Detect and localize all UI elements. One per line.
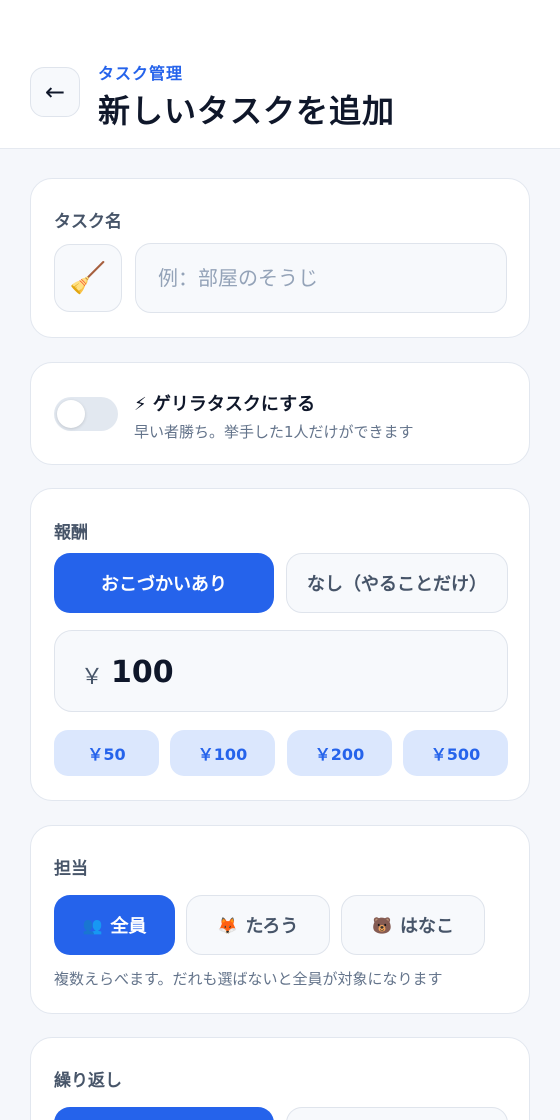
- guerrilla-card: ⚡ ゲリラタスクにする 早い者勝ち。挙手した1人だけができます: [30, 362, 530, 465]
- task-name-label: タスク名: [54, 212, 122, 232]
- assignee-option-label: はなこ: [399, 916, 454, 937]
- amount-input[interactable]: ￥ 100: [54, 630, 508, 712]
- assignee-option-label: たろう: [245, 916, 299, 937]
- assignee-option-label: 全員: [110, 916, 147, 937]
- bear-icon: 🐻: [372, 915, 392, 935]
- preset-chip-200[interactable]: ￥200: [287, 730, 392, 776]
- assignee-hint: 複数えらべます。だれも選ばないと全員が対象になります: [54, 970, 443, 988]
- task-name-input[interactable]: 例：部屋のそうじ: [135, 243, 507, 313]
- fox-icon: 🦊: [217, 915, 238, 935]
- reward-option-none[interactable]: なし（やることだけ）: [286, 553, 508, 613]
- preset-chip-100[interactable]: ￥100: [170, 730, 275, 776]
- repeat-label: 繰り返し: [54, 1071, 122, 1091]
- amount-value: 100: [111, 655, 174, 690]
- toggle-knob: [57, 400, 85, 428]
- broom-icon: 🧹: [69, 260, 107, 296]
- back-button[interactable]: ←: [30, 67, 80, 117]
- repeat-card: 繰り返し: [30, 1037, 530, 1120]
- reward-card: 報酬 おこづかいあり なし（やることだけ） ￥ 100 ￥50 ￥100 ￥20…: [30, 488, 530, 801]
- assignee-option-taro[interactable]: 🦊 たろう: [186, 895, 330, 955]
- page-title: 新しいタスクを追加: [98, 92, 396, 130]
- assignee-card: 担当 👥 全員 🦊 たろう 🐻 はなこ 複数えらべます。だれも選ばないと全員が対…: [30, 825, 530, 1014]
- task-name-card: タスク名 🧹 例：部屋のそうじ: [30, 178, 530, 338]
- group-icon: 👥: [82, 915, 103, 935]
- repeat-option-other[interactable]: [286, 1107, 508, 1120]
- guerrilla-description: 早い者勝ち。挙手した1人だけができます: [134, 423, 414, 441]
- assignee-option-hanako[interactable]: 🐻 はなこ: [341, 895, 485, 955]
- guerrilla-title: ⚡ ゲリラタスクにする: [134, 394, 316, 415]
- assignee-label: 担当: [54, 859, 88, 879]
- reward-label: 報酬: [54, 523, 88, 543]
- assignee-option-all[interactable]: 👥 全員: [54, 895, 175, 955]
- repeat-option-selected[interactable]: [54, 1107, 274, 1120]
- header-subtitle: タスク管理: [98, 64, 184, 83]
- page-header: ← タスク管理 新しいタスクを追加: [0, 0, 560, 149]
- preset-chip-500[interactable]: ￥500: [403, 730, 508, 776]
- back-arrow-icon: ←: [44, 78, 66, 106]
- currency-symbol: ￥: [81, 665, 104, 690]
- emoji-picker-button[interactable]: 🧹: [54, 244, 122, 312]
- preset-chip-50[interactable]: ￥50: [54, 730, 159, 776]
- reward-option-allowance[interactable]: おこづかいあり: [54, 553, 274, 613]
- guerrilla-toggle[interactable]: [54, 397, 118, 431]
